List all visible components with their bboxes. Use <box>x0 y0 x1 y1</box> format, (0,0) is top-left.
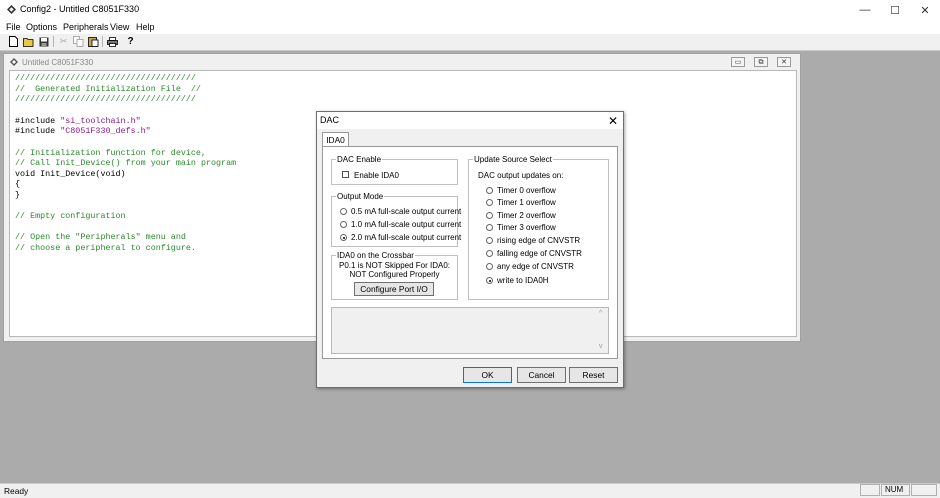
update-source-option[interactable]: Timer 2 overflow <box>497 211 556 220</box>
message-box[interactable] <box>331 307 609 354</box>
scroll-down-icon[interactable]: v <box>599 343 603 350</box>
code-line: // Generated Initialization File // <box>15 84 201 94</box>
group-label: Update Source Select <box>473 155 553 164</box>
output-mode-option[interactable]: 1.0 mA full-scale output current <box>351 220 461 229</box>
update-source-option[interactable]: Timer 1 overflow <box>497 198 556 207</box>
new-file-icon[interactable] <box>7 35 20 48</box>
status-text: Ready <box>4 486 29 496</box>
code-line: // choose a peripheral to configure. <box>15 243 196 253</box>
status-panel <box>860 484 880 496</box>
update-source-option[interactable]: write to IDA0H <box>497 276 549 285</box>
code-line: { <box>15 179 21 189</box>
update-source-option[interactable]: falling edge of CNVSTR <box>497 249 582 258</box>
update-source-radio-selected[interactable] <box>486 277 493 284</box>
enable-ida0-label[interactable]: Enable IDA0 <box>354 171 399 180</box>
maximize-icon[interactable]: ☐ <box>880 0 910 20</box>
tab-ida0[interactable]: IDA0 <box>322 132 349 146</box>
window-title: Config2 - Untitled C8051F330 <box>20 4 140 14</box>
cut-icon[interactable]: ✂ <box>57 35 70 48</box>
update-source-radio[interactable] <box>486 187 493 194</box>
app-icon <box>7 5 16 14</box>
print-icon[interactable] <box>106 35 119 48</box>
toolbar <box>0 34 940 51</box>
code-line: // Open the "Peripherals" menu and <box>15 232 186 242</box>
child-restore-icon[interactable]: ⧉ <box>754 57 768 67</box>
menu-file[interactable]: File <box>6 22 21 32</box>
menu-peripherals[interactable]: Peripherals <box>63 22 109 32</box>
close-icon[interactable]: ✕ <box>910 0 940 20</box>
title-bar <box>0 0 940 20</box>
child-close-icon[interactable]: ✕ <box>777 57 791 67</box>
status-bar <box>0 483 940 498</box>
update-source-option[interactable]: Timer 0 overflow <box>497 186 556 195</box>
code-line: // Initialization function for device, <box>15 148 206 158</box>
help-icon[interactable]: ? <box>124 35 137 48</box>
code-line: } <box>15 190 21 200</box>
child-minimize-icon[interactable]: ▭ <box>731 57 745 67</box>
crossbar-status-line: P0.1 is NOT Skipped For IDA0: <box>338 261 450 270</box>
status-panel <box>911 484 937 496</box>
configure-port-io-button[interactable]: Configure Port I/O <box>354 282 434 296</box>
child-window-icon <box>10 58 18 66</box>
crossbar-status-line: NOT Configured Properly <box>349 270 440 279</box>
toolbar-separator <box>102 36 103 47</box>
code-line: //////////////////////////////////// <box>15 94 196 104</box>
update-source-radio[interactable] <box>486 199 493 206</box>
output-mode-radio-selected[interactable] <box>340 234 347 241</box>
copy-icon[interactable] <box>72 35 85 48</box>
toolbar-separator <box>53 36 54 47</box>
update-source-option[interactable]: Timer 3 overflow <box>497 223 556 232</box>
code-line: #include "si_toolchain.h" <box>15 116 141 126</box>
code-line: // Empty configuration <box>15 211 126 221</box>
output-mode-radio[interactable] <box>340 208 347 215</box>
code-line: void Init_Device(void) <box>15 169 126 179</box>
code-line: //////////////////////////////////// <box>15 73 196 83</box>
output-mode-radio[interactable] <box>340 221 347 228</box>
menu-view[interactable]: View <box>110 22 129 32</box>
update-source-radio[interactable] <box>486 263 493 270</box>
update-source-radio[interactable] <box>486 224 493 231</box>
update-source-radio[interactable] <box>486 237 493 244</box>
code-line: #include "C8051F330_defs.h" <box>15 126 151 136</box>
open-folder-icon[interactable] <box>22 35 35 48</box>
paste-icon[interactable] <box>87 35 100 48</box>
group-label: IDA0 on the Crossbar <box>336 251 415 260</box>
child-window-title: Untitled C8051F330 <box>22 58 94 67</box>
save-icon[interactable] <box>37 35 50 48</box>
ok-button[interactable]: OK <box>463 367 512 383</box>
output-mode-option[interactable]: 2.0 mA full-scale output current <box>351 233 461 242</box>
dialog-close-icon[interactable]: ✕ <box>604 112 622 129</box>
update-source-caption: DAC output updates on: <box>478 171 564 180</box>
num-lock-indicator: NUM <box>881 484 910 496</box>
menu-help[interactable]: Help <box>136 22 155 32</box>
output-mode-option[interactable]: 0.5 mA full-scale output current <box>351 207 461 216</box>
group-label: Output Mode <box>336 192 385 201</box>
enable-ida0-checkbox[interactable] <box>342 171 349 178</box>
group-label: DAC Enable <box>336 155 383 164</box>
update-source-option[interactable]: rising edge of CNVSTR <box>497 236 580 245</box>
cancel-button[interactable]: Cancel <box>517 367 566 383</box>
code-line: // Call Init_Device() from your main pro… <box>15 158 237 168</box>
update-source-radio[interactable] <box>486 250 493 257</box>
scroll-up-icon[interactable]: ^ <box>599 310 602 317</box>
minimize-icon[interactable]: — <box>850 0 880 20</box>
dialog-title: DAC <box>320 115 340 125</box>
update-source-radio[interactable] <box>486 212 493 219</box>
reset-button[interactable]: Reset <box>569 367 618 383</box>
menu-options[interactable]: Options <box>26 22 57 32</box>
update-source-option[interactable]: any edge of CNVSTR <box>497 262 574 271</box>
dialog-title-bar <box>317 112 623 129</box>
